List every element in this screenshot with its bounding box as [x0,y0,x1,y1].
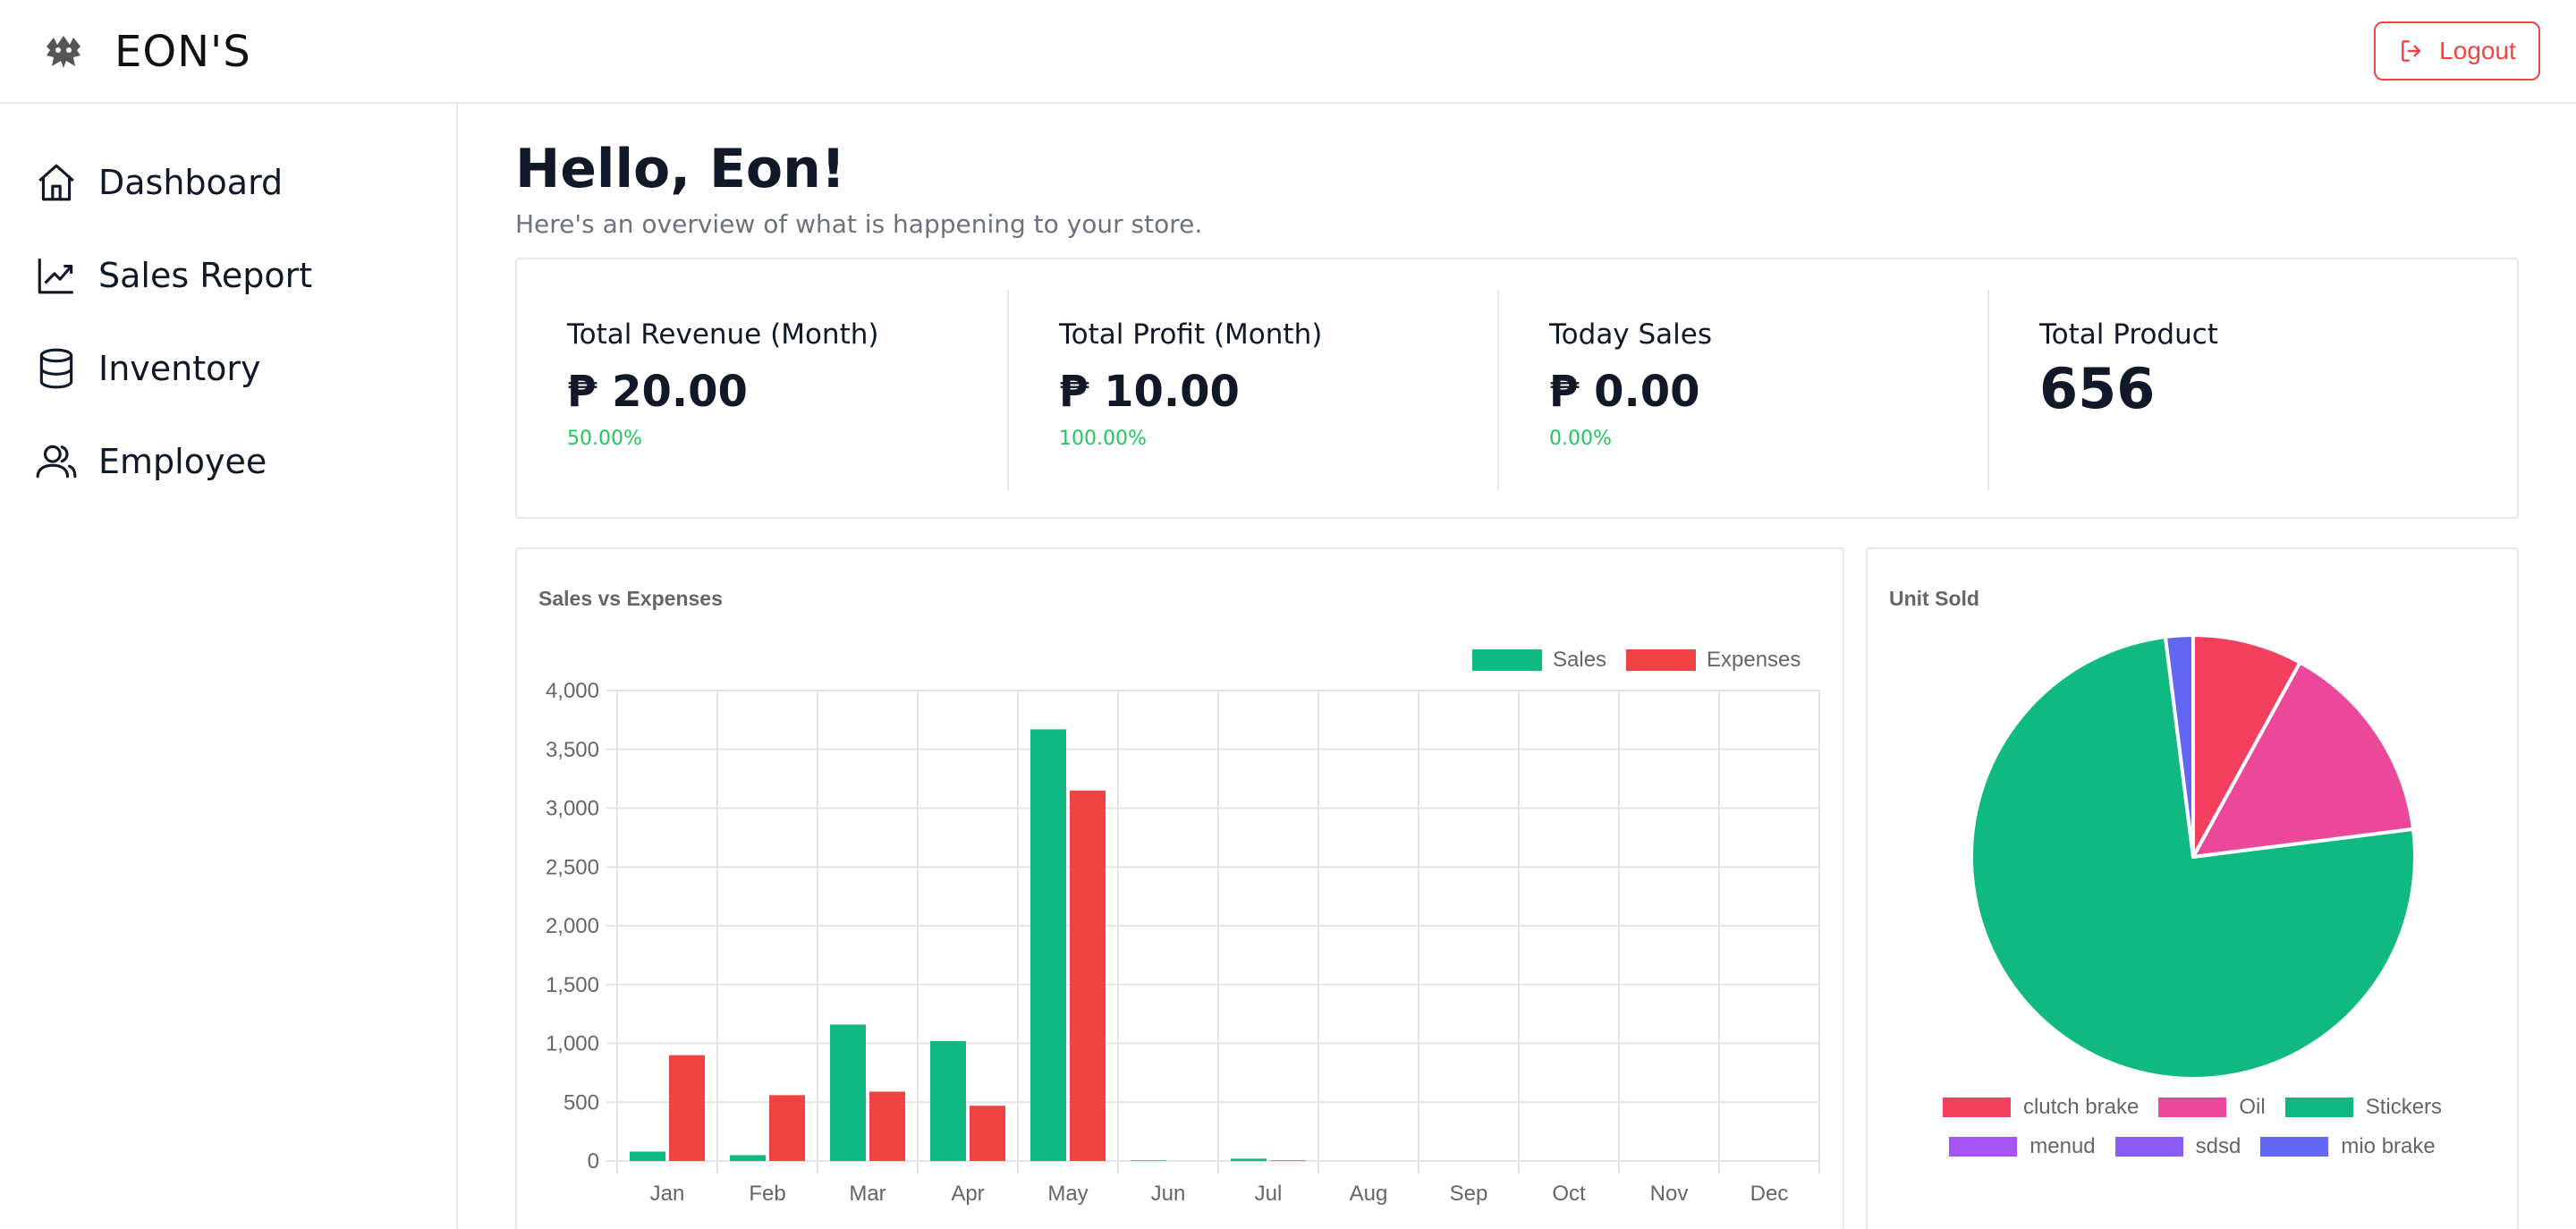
sales-vs-expenses-panel: Sales vs Expenses Sales Expenses 0 500 1,0… [515,547,1844,1229]
sidebar-item-dashboard[interactable]: Dashboard [34,156,283,209]
sidebar-item-employee[interactable]: Employee [34,435,267,488]
x-tick-label: Feb [749,1182,785,1206]
legend-item-clutch-brake[interactable]: clutch brake [1942,1095,2140,1120]
x-tick-label: Jan [650,1182,685,1206]
legend-item-Oil[interactable]: Oil [2158,1095,2266,1120]
legend-label: menud [2029,1134,2096,1158]
stat-total-profit: Total Profit (Month) ₱ 10.00 100.00% [1007,290,1497,490]
legend-item-sdsd[interactable]: sdsd [2114,1134,2241,1159]
y-tick-label: 2,000 [546,914,599,938]
legend-label: sdsd [2195,1134,2241,1158]
pie-legend-row: menud sdsd mio brake [1868,1134,2517,1159]
top-header: EON'S Logout [0,0,2576,104]
sidebar-item-label: Sales Report [98,256,313,295]
logout-label: Logout [2439,37,2516,64]
sidebar-item-label: Dashboard [98,163,284,202]
x-tick-label: May [1047,1182,1088,1206]
sidebar: Dashboard Sales Report Inventory Employe… [0,104,458,1229]
page-subtitle: Here's an overview of what is happening … [515,209,1203,239]
stat-label: Today Sales [1549,318,1713,351]
stat-value: ₱ 20.00 [567,367,748,417]
bar-expenses-jan[interactable] [669,1055,705,1161]
logout-button[interactable]: Logout [2374,21,2540,81]
brand-logo-icon [47,36,80,68]
unit-sold-panel: Unit Sold clutch brake Oil Stickers menud sd… [1866,547,2519,1229]
bar-chart: 0 500 1,000 1,500 2,000 2,500 3,000 3,500 4,000 J… [546,679,1820,1206]
legend-label: Oil [2239,1095,2266,1119]
stat-total-revenue: Total Revenue (Month) ₱ 20.00 50.00% [517,290,1007,490]
legend-swatch [1949,1137,2018,1157]
x-tick-label: Oct [1552,1182,1586,1206]
legend-label: Stickers [2365,1095,2443,1119]
bar-expenses-feb[interactable] [769,1095,805,1161]
sidebar-item-sales-report[interactable]: Sales Report [34,249,312,302]
bar-sales-jun[interactable] [1131,1160,1166,1161]
stat-total-product: Total Product 656 [1987,290,2478,490]
sidebar-item-label: Inventory [98,349,261,388]
y-tick-label: 0 [588,1149,599,1174]
bar-sales-mar[interactable] [830,1024,866,1161]
x-tick-label: Sep [1450,1182,1488,1206]
legend-label: clutch brake [2022,1095,2140,1119]
legend-swatch [2260,1137,2329,1157]
bar-sales-apr[interactable] [930,1040,966,1161]
legend-item-menud[interactable]: menud [1949,1134,2096,1159]
bar-expenses-may[interactable] [1070,790,1106,1161]
legend-swatch [2158,1098,2227,1117]
stat-percent: 0.00% [1549,428,1612,450]
bar-sales-jul[interactable] [1231,1158,1267,1161]
bar-sales-feb[interactable] [730,1155,766,1161]
x-tick-label: Nov [1650,1182,1689,1206]
x-tick-label: Jun [1151,1182,1186,1206]
sidebar-item-label: Employee [98,442,267,481]
page-title: Hello, Eon! [515,138,846,200]
home-icon [38,164,74,201]
logout-icon [2402,40,2421,62]
stat-value: ₱ 0.00 [1549,367,1700,417]
bar-sales-jan[interactable] [630,1151,665,1161]
y-tick-label: 3,500 [546,738,599,762]
y-tick-label: 1,500 [546,973,599,997]
stats-card: Total Revenue (Month) ₱ 20.00 50.00% Tot… [515,258,2519,519]
stat-label: Total Profit (Month) [1059,318,1323,351]
database-icon [39,348,73,389]
y-tick-label: 4,000 [546,679,599,703]
x-tick-label: Aug [1350,1182,1388,1206]
x-tick-label: Mar [849,1182,886,1206]
legend-swatch [2114,1137,2183,1157]
y-tick-label: 2,500 [546,855,599,879]
trending-up-icon [38,259,73,294]
stat-percent: 100.00% [1059,428,1147,450]
users-icon [36,445,77,479]
x-tick-label: Apr [951,1182,984,1206]
stat-label: Total Revenue (Month) [567,318,879,351]
stat-value: ₱ 10.00 [1059,367,1240,417]
bar-expenses-jul[interactable] [1270,1160,1306,1161]
x-tick-label: Jul [1255,1182,1283,1206]
y-tick-label: 3,000 [546,797,599,821]
pie-legend-row: clutch brake Oil Stickers [1868,1095,2517,1120]
y-tick-label: 1,000 [546,1032,599,1056]
stat-percent: 50.00% [567,428,642,450]
bar-expenses-apr[interactable] [970,1106,1005,1161]
legend-label: mio brake [2341,1134,2436,1158]
legend-item-mio-brake[interactable]: mio brake [2260,1134,2436,1159]
stat-label: Total Product [2039,318,2218,351]
sidebar-item-inventory[interactable]: Inventory [34,342,261,395]
brand-name: EON'S [114,27,251,77]
stat-value: 656 [2039,356,2156,421]
pie-chart [1970,632,2417,1081]
x-tick-label: Dec [1750,1182,1789,1206]
y-tick-label: 500 [564,1090,599,1115]
bar-sales-may[interactable] [1030,729,1066,1161]
bar-expenses-mar[interactable] [869,1091,905,1161]
stat-today-sales: Today Sales ₱ 0.00 0.00% [1497,290,1987,490]
legend-item-Stickers[interactable]: Stickers [2284,1095,2443,1120]
legend-swatch [2284,1098,2353,1117]
legend-swatch [1942,1098,2011,1117]
